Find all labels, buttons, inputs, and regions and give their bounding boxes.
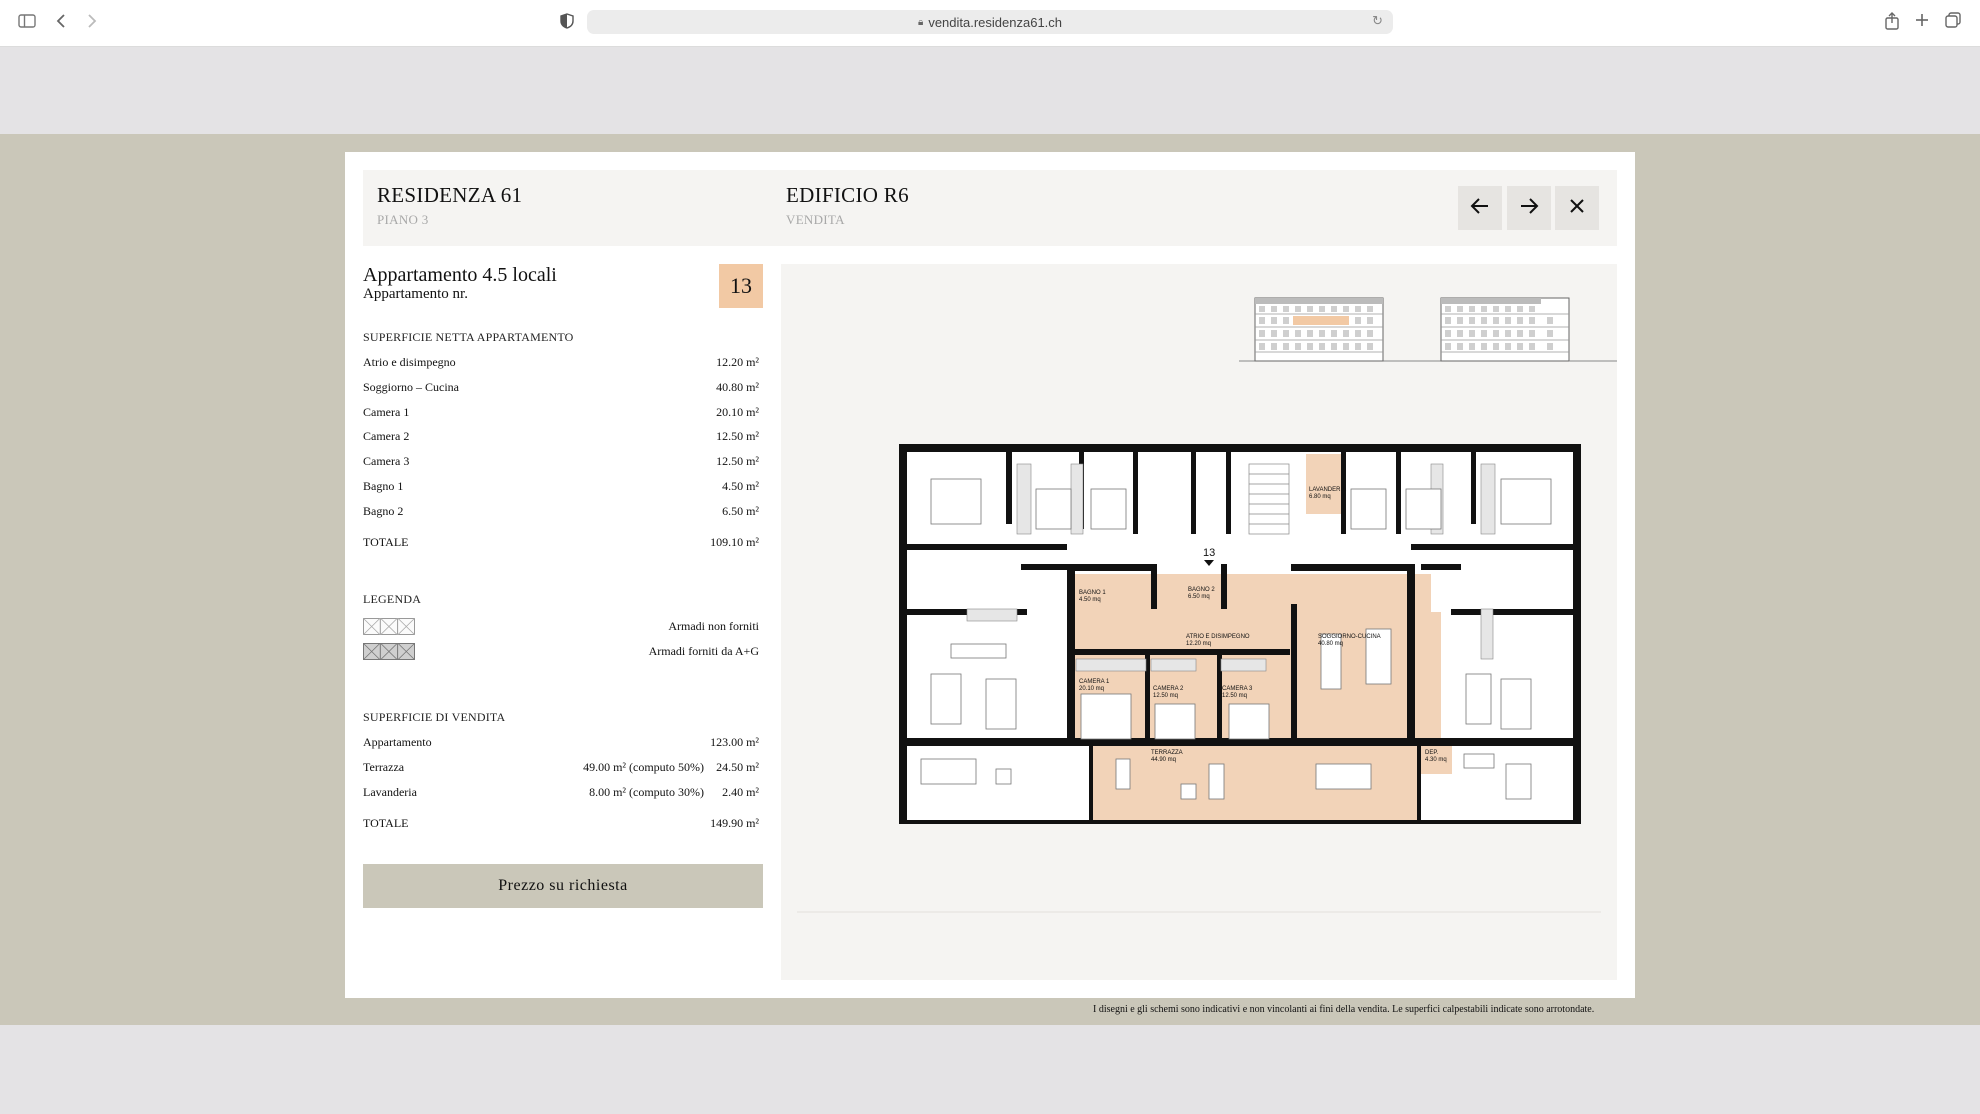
arrow-right-icon <box>1519 196 1539 221</box>
surface-row: Camera 2 12.50 m² <box>363 429 759 443</box>
url-text: vendita.residenza61.ch <box>928 14 1063 30</box>
reload-icon[interactable]: ↻ <box>1372 14 1383 29</box>
building-elevation-right <box>1440 297 1617 362</box>
plan-area-terrazza: 44.90 mq <box>1151 757 1176 763</box>
plan-label-terrazza: TERRAZZA <box>1151 750 1183 756</box>
plan-label-lavanderia: LAVANDERIA <box>1309 487 1346 493</box>
plan-area-bagno1: 4.50 mq <box>1079 597 1101 603</box>
sidebar-icon[interactable] <box>18 13 36 33</box>
lock-icon: 🔒︎ <box>917 16 924 28</box>
plan-area-camera3: 12.50 mq <box>1222 693 1247 699</box>
net-surface-total: TOTALE 109.10 m² <box>363 535 759 549</box>
apartment-subtitle: Appartamento nr. <box>363 286 468 302</box>
plan-label-soggiorno: SOGGIORNO-CUCINA <box>1318 634 1381 640</box>
plan-area-camera2: 12.50 mq <box>1153 693 1178 699</box>
wardrobe-not-supplied-swatch <box>363 618 415 635</box>
address-bar[interactable]: 🔒︎ vendita.residenza61.ch ↻ <box>587 10 1393 34</box>
legend-item-label: Armadi forniti da A+G <box>648 644 759 658</box>
apartment-number-badge: 13 <box>719 264 763 308</box>
plan-area-bagno2: 6.50 mq <box>1188 594 1210 600</box>
plan-apartment-marker: 13 <box>1203 547 1215 559</box>
floor-label: PIANO 3 <box>377 212 429 227</box>
sales-row: Terrazza 49.00 m² (computo 50%) 24.50 m² <box>363 760 759 774</box>
browser-toolbar: 🔒︎ vendita.residenza61.ch ↻ <box>0 0 1980 47</box>
building-title: EDIFICIO R6 <box>786 183 909 207</box>
plan-label-atrio: ATRIO E DISIMPEGNO <box>1186 634 1250 640</box>
sales-row: Appartamento 123.00 m² <box>363 735 759 749</box>
plan-label-bagno1: BAGNO 1 <box>1079 590 1106 596</box>
plan-label-camera3: CAMERA 3 <box>1222 686 1253 692</box>
plan-area-lavanderia: 6.80 mq <box>1309 494 1331 500</box>
plan-area-atrio: 12.20 mq <box>1186 641 1211 647</box>
plan-label-camera2: CAMERA 2 <box>1153 686 1184 692</box>
previous-button[interactable] <box>1458 186 1502 230</box>
arrow-left-icon <box>1470 196 1490 221</box>
shield-icon[interactable] <box>560 13 574 33</box>
building-elevation-left <box>1239 297 1441 362</box>
surface-row: Atrio e disimpegno 12.20 m² <box>363 355 759 369</box>
plan-label-dep: DEP. <box>1425 750 1439 756</box>
surface-row: Bagno 2 6.50 m² <box>363 504 759 518</box>
project-title: RESIDENZA 61 <box>377 183 523 207</box>
plan-label-bagno2: BAGNO 2 <box>1188 587 1215 593</box>
close-icon <box>1568 196 1586 221</box>
floor-plan-drawing: LAVANDERIA 6.80 mq BAGNO 1 4.50 mq BAGNO… <box>797 297 1617 913</box>
close-button[interactable] <box>1555 186 1599 230</box>
sales-row: Lavanderia 8.00 m² (computo 30%) 2.40 m² <box>363 785 759 799</box>
plan-area-soggiorno: 40.80 mq <box>1318 641 1343 647</box>
floor-plan: LAVANDERIA 6.80 mq BAGNO 1 4.50 mq BAGNO… <box>899 444 1581 824</box>
back-icon[interactable] <box>55 13 67 33</box>
floor-plan-panel: LAVANDERIA 6.80 mq BAGNO 1 4.50 mq BAGNO… <box>781 264 1617 980</box>
share-icon[interactable] <box>1884 12 1900 34</box>
price-request-button[interactable]: Prezzo su richiesta <box>363 864 763 908</box>
net-surface-heading: SUPERFICIE NETTA APPARTAMENTO <box>363 330 574 344</box>
wardrobe-supplied-swatch <box>363 643 415 660</box>
building-status: VENDITA <box>786 212 845 227</box>
apartment-modal: RESIDENZA 61 PIANO 3 EDIFICIO R6 VENDITA… <box>345 152 1635 998</box>
plan-area-dep: 4.30 mq <box>1425 757 1447 763</box>
modal-header: RESIDENZA 61 PIANO 3 EDIFICIO R6 VENDITA <box>363 170 1617 246</box>
surface-row: Bagno 1 4.50 m² <box>363 479 759 493</box>
legend-item-label: Armadi non forniti <box>668 619 759 633</box>
plan-label-camera1: CAMERA 1 <box>1079 679 1110 685</box>
plan-area-camera1: 20.10 mq <box>1079 686 1104 692</box>
legend-heading: LEGENDA <box>363 592 422 606</box>
top-band <box>0 47 1980 134</box>
disclaimer-text: I disegni e gli schemi sono indicativi e… <box>1093 1004 1595 1015</box>
surface-row: Camera 3 12.50 m² <box>363 454 759 468</box>
plus-icon[interactable] <box>1914 12 1930 32</box>
forward-icon[interactable] <box>86 13 98 33</box>
sales-surface-total: TOTALE 149.90 m² <box>363 816 759 830</box>
surface-row: Soggiorno – Cucina 40.80 m² <box>363 380 759 394</box>
sales-surface-heading: SUPERFICIE DI VENDITA <box>363 710 506 724</box>
apartment-title: Appartamento 4.5 locali <box>363 264 557 286</box>
tabs-icon[interactable] <box>1945 12 1961 32</box>
next-button[interactable] <box>1507 186 1551 230</box>
surface-row: Camera 1 20.10 m² <box>363 405 759 419</box>
bottom-band <box>0 1025 1980 1114</box>
